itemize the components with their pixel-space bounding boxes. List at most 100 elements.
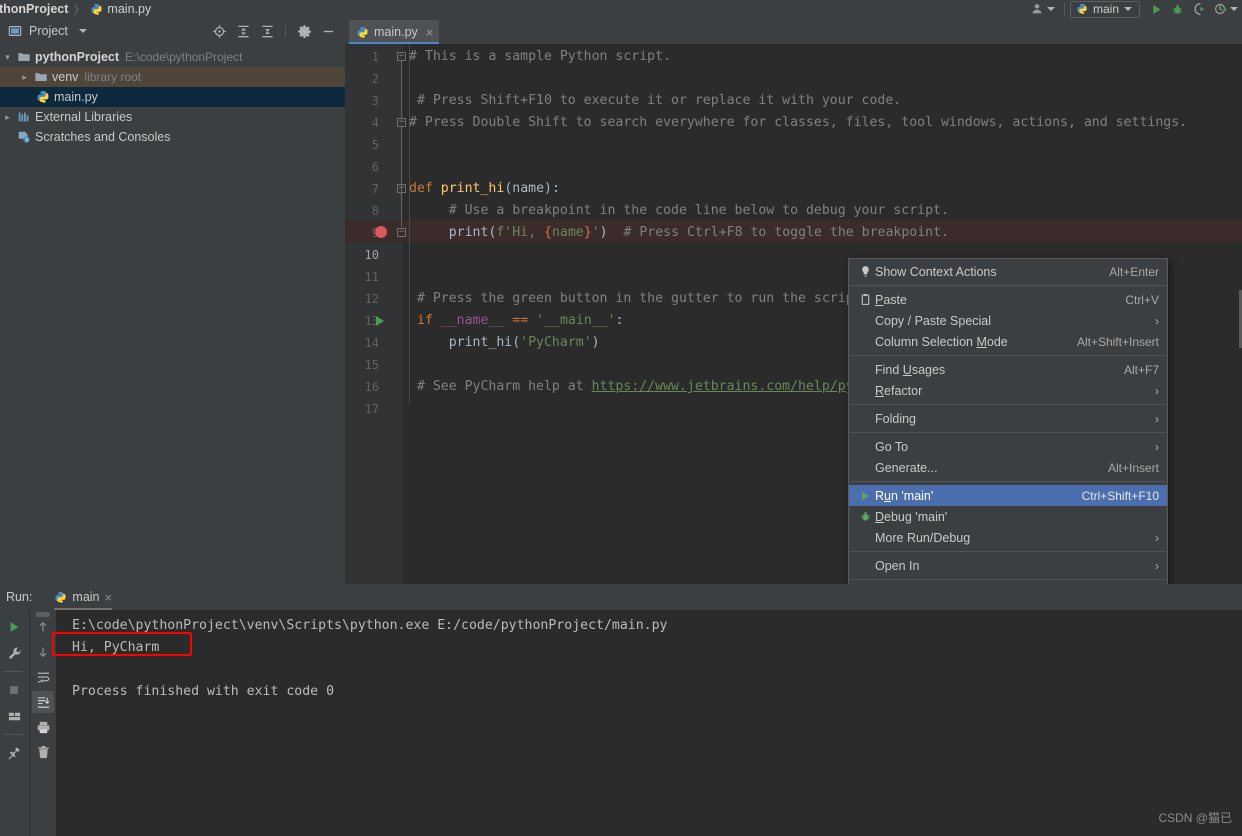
soft-wrap-icon[interactable] bbox=[32, 666, 54, 688]
line-number: 16 bbox=[364, 380, 379, 394]
chevron-right-icon[interactable]: ▸ bbox=[0, 112, 15, 123]
settings-gear-icon[interactable] bbox=[293, 20, 315, 42]
menu-item-go-to[interactable]: Go To › bbox=[849, 436, 1167, 457]
layout-icon[interactable] bbox=[3, 705, 25, 727]
tree-item-external-libraries[interactable]: ▸ External Libraries bbox=[0, 107, 345, 127]
close-icon[interactable]: × bbox=[105, 590, 113, 605]
run-with-coverage-button[interactable] bbox=[1188, 0, 1210, 18]
run-configuration-selector[interactable]: main bbox=[1069, 0, 1140, 18]
main-toolbar: main bbox=[1026, 0, 1242, 18]
menu-item-open-in[interactable]: Open In › bbox=[849, 555, 1167, 576]
console-scroll-thumb[interactable] bbox=[36, 612, 50, 617]
lightbulb-icon bbox=[855, 265, 875, 278]
chevron-down-icon bbox=[1046, 7, 1055, 11]
print-icon[interactable] bbox=[32, 716, 54, 738]
menu-item-paste[interactable]: Paste Ctrl+V bbox=[849, 289, 1167, 310]
tree-item-main-py[interactable]: main.py bbox=[0, 87, 345, 107]
run-console-output[interactable]: E:\code\pythonProject\venv\Scripts\pytho… bbox=[56, 610, 1242, 836]
python-file-icon bbox=[356, 26, 369, 39]
libraries-icon bbox=[15, 110, 33, 124]
menu-separator bbox=[850, 432, 1166, 433]
line-number: 10 bbox=[364, 248, 379, 262]
line-number: 7 bbox=[371, 182, 379, 196]
chevron-down-icon[interactable]: ▾ bbox=[0, 52, 15, 63]
run-gutter-icon[interactable] bbox=[376, 316, 384, 326]
run-tool-window[interactable]: Run: main × E:\code\pythonProject\venv\S… bbox=[0, 584, 1242, 836]
breadcrumb-project[interactable]: ythonProject bbox=[0, 2, 68, 16]
line-number: 6 bbox=[371, 160, 379, 174]
menu-separator bbox=[850, 404, 1166, 405]
menu-item-refactor[interactable]: Refactor › bbox=[849, 380, 1167, 401]
tree-item-venv[interactable]: ▸ venv library root bbox=[0, 67, 345, 87]
rerun-icon[interactable] bbox=[3, 616, 25, 638]
console-line: E:\code\pythonProject\venv\Scripts\pytho… bbox=[72, 618, 668, 633]
close-icon[interactable]: × bbox=[426, 25, 434, 40]
breadcrumb-file[interactable]: main.py bbox=[107, 2, 151, 16]
locate-icon[interactable] bbox=[208, 20, 230, 42]
run-configuration-label: main bbox=[1092, 2, 1119, 16]
chevron-right-icon[interactable]: ▸ bbox=[17, 72, 32, 83]
editor-tab-label: main.py bbox=[374, 25, 418, 39]
profile-button[interactable] bbox=[1210, 0, 1242, 18]
menu-item-generate[interactable]: Generate... Alt+Insert bbox=[849, 457, 1167, 478]
tree-item-scratches-consoles[interactable]: Scratches and Consoles bbox=[0, 127, 345, 147]
menu-item-more-run-debug[interactable]: More Run/Debug › bbox=[849, 527, 1167, 548]
menu-separator bbox=[850, 551, 1166, 552]
run-window-label: Run: bbox=[6, 590, 33, 604]
menu-item-column-selection-mode[interactable]: Column Selection Mode Alt+Shift+Insert bbox=[849, 331, 1167, 352]
console-line: Process finished with exit code 0 bbox=[72, 684, 335, 699]
menu-item-label: Generate... bbox=[875, 460, 938, 475]
run-button[interactable] bbox=[1146, 0, 1167, 18]
project-tree[interactable]: ▾ pythonProject E:\code\pythonProject ▸ … bbox=[0, 44, 345, 584]
run-actions-toolbar bbox=[0, 610, 28, 836]
line-number: 14 bbox=[364, 336, 379, 350]
scroll-to-end-icon[interactable] bbox=[32, 691, 54, 713]
tree-item-label: venv bbox=[52, 70, 79, 84]
tree-item-label: Scratches and Consoles bbox=[35, 130, 171, 144]
menu-item-label: Run 'main' bbox=[875, 488, 934, 503]
menu-item-label: Open In bbox=[875, 558, 920, 573]
project-panel-toolbar bbox=[208, 20, 345, 42]
tree-item-pythonproject[interactable]: ▾ pythonProject E:\code\pythonProject bbox=[0, 47, 345, 67]
up-arrow-icon[interactable] bbox=[32, 616, 54, 638]
python-file-icon bbox=[34, 90, 52, 104]
editor-tab-main-py[interactable]: main.py × bbox=[349, 20, 440, 44]
editor-tabbar: main.py × bbox=[345, 18, 1242, 44]
trash-icon[interactable] bbox=[32, 741, 54, 763]
debug-button[interactable] bbox=[1167, 0, 1188, 18]
pin-icon[interactable] bbox=[3, 742, 25, 764]
code-line-7: def print_hi(name): bbox=[409, 181, 560, 196]
menu-item-shortcut: Alt+Enter bbox=[1109, 264, 1159, 279]
line-number: 8 bbox=[371, 204, 379, 218]
tree-item-path: E:\code\pythonProject bbox=[125, 50, 243, 64]
menu-item-shortcut: Alt+F7 bbox=[1123, 362, 1159, 377]
menu-item-find-usages[interactable]: Find Usages Alt+F7 bbox=[849, 359, 1167, 380]
user-icon[interactable] bbox=[1026, 0, 1059, 18]
expand-all-icon[interactable] bbox=[232, 20, 254, 42]
tree-item-label: External Libraries bbox=[35, 110, 133, 124]
menu-separator bbox=[850, 285, 1166, 286]
menu-item-folding[interactable]: Folding › bbox=[849, 408, 1167, 429]
submenu-chevron-icon: › bbox=[1155, 439, 1159, 454]
menu-item-run-main[interactable]: Run 'main' Ctrl+Shift+F10 bbox=[849, 485, 1167, 506]
menu-item-copy-paste-special[interactable]: Copy / Paste Special › bbox=[849, 310, 1167, 331]
menu-item-show-context-actions[interactable]: Show Context Actions Alt+Enter bbox=[849, 261, 1167, 282]
down-arrow-icon[interactable] bbox=[32, 641, 54, 663]
project-toolbar-divider bbox=[285, 24, 286, 38]
folder-icon bbox=[15, 50, 33, 64]
line-number: 15 bbox=[364, 358, 379, 372]
settings-wrench-icon[interactable] bbox=[3, 642, 25, 664]
stop-icon[interactable] bbox=[3, 679, 25, 701]
folder-icon bbox=[32, 70, 50, 84]
breakpoint-icon[interactable] bbox=[375, 226, 387, 238]
tree-item-tag: library root bbox=[84, 70, 142, 84]
chevron-down-icon[interactable] bbox=[78, 29, 87, 33]
collapse-all-icon[interactable] bbox=[256, 20, 278, 42]
run-tab-main[interactable]: main × bbox=[54, 584, 113, 610]
hide-panel-icon[interactable] bbox=[317, 20, 339, 42]
code-line-1: # This is a sample Python script. bbox=[409, 49, 672, 64]
python-file-icon bbox=[54, 591, 67, 604]
menu-item-debug-main[interactable]: Debug 'main' bbox=[849, 506, 1167, 527]
python-file-icon bbox=[90, 3, 103, 16]
